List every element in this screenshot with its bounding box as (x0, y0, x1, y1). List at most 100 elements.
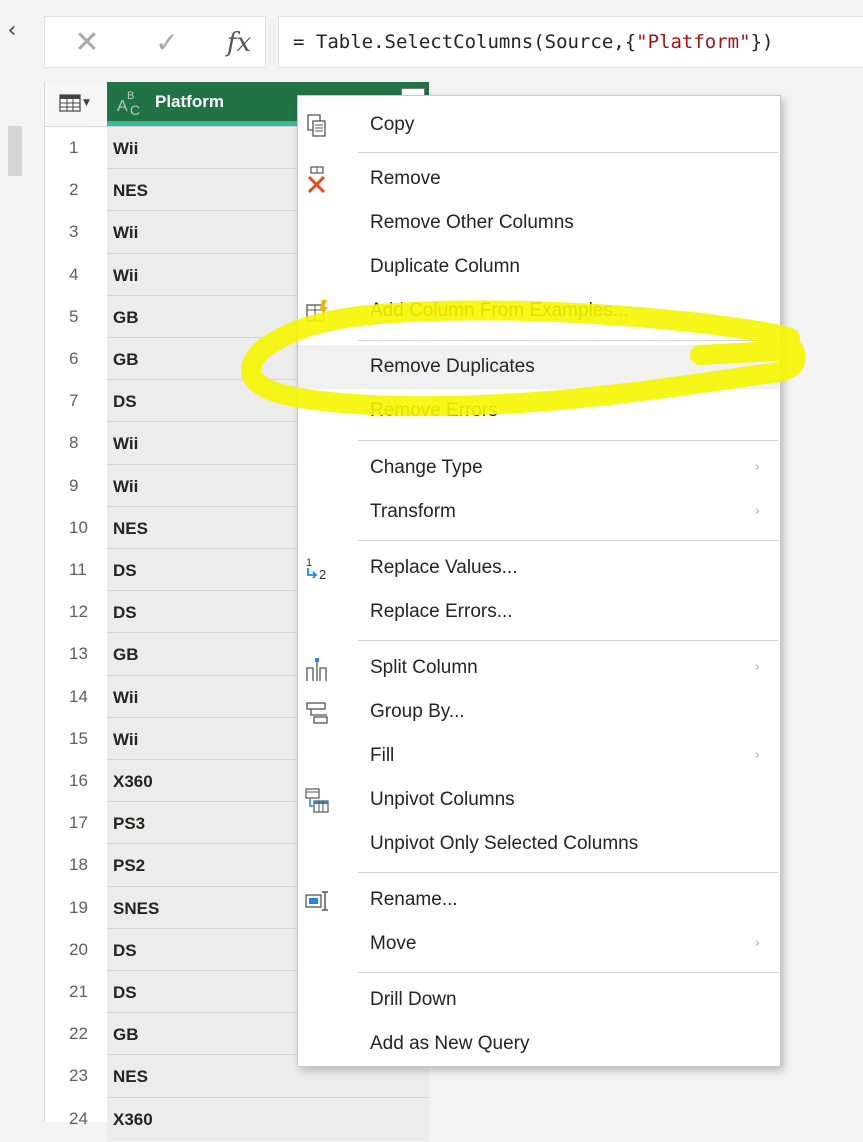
unpivot-icon (302, 786, 332, 816)
formula-bar-controls: ✕ ✓ fx (44, 16, 266, 68)
rename-icon (302, 886, 332, 916)
left-pane-scrollbar[interactable] (8, 126, 22, 176)
formula-string: "Platform" (636, 31, 751, 53)
column-title: Platform (155, 92, 224, 111)
menu-separator (358, 872, 778, 873)
formula-suffix: }) (750, 31, 774, 53)
row-number: 9 (69, 475, 79, 495)
row-number: 14 (69, 686, 88, 706)
menu-item-transform[interactable]: Transform › (298, 490, 780, 534)
row-number: 21 (69, 982, 88, 1001)
menu-separator (358, 152, 778, 153)
split-column-icon (302, 654, 332, 684)
menu-item-label: Add as New Query (370, 1033, 530, 1054)
menu-item-replace-values[interactable]: 1 2 Replace Values... (298, 546, 780, 590)
row-number: 10 (69, 517, 88, 537)
menu-item-add-as-new-query[interactable]: Add as New Query (298, 1022, 780, 1066)
platform-cell[interactable]: X360 (107, 1096, 429, 1141)
menu-item-label: Change Type (370, 457, 483, 478)
fx-icon[interactable]: fx (211, 23, 267, 63)
formula-prefix: = Table.SelectColumns(Source,{ (293, 31, 637, 53)
menu-item-unpivot-columns[interactable]: Unpivot Columns (298, 778, 780, 822)
menu-item-split-column[interactable]: Split Column › (298, 646, 780, 690)
remove-column-icon (302, 165, 332, 195)
table-row[interactable]: 24 X360 (45, 1096, 429, 1141)
text-type-icon[interactable]: ABC (115, 90, 145, 118)
group-by-icon (302, 698, 332, 728)
menu-separator (358, 972, 778, 973)
menu-item-unpivot-only-selected-columns[interactable]: Unpivot Only Selected Columns (298, 822, 780, 866)
row-number: 19 (69, 897, 88, 917)
menu-item-label: Move (370, 933, 417, 954)
menu-item-label: Remove (370, 168, 441, 189)
menu-item-label: Unpivot Only Selected Columns (370, 833, 639, 854)
menu-item-remove-duplicates[interactable]: Remove Duplicates (298, 345, 780, 389)
menu-item-copy[interactable]: Copy (298, 103, 780, 147)
row-number: 23 (69, 1066, 88, 1086)
row-number: 15 (69, 728, 88, 748)
menu-item-fill[interactable]: Fill › (298, 734, 780, 778)
menu-item-replace-errors[interactable]: Replace Errors... (298, 590, 780, 634)
row-number: 2 (69, 180, 79, 200)
menu-item-move[interactable]: Move › (298, 922, 780, 966)
menu-item-remove-other-columns[interactable]: Remove Other Columns (298, 201, 780, 245)
chevron-down-icon[interactable]: ▼ (83, 98, 90, 108)
row-number: 1 (69, 138, 79, 157)
menu-separator (358, 340, 778, 341)
menu-item-label: Transform (370, 501, 456, 522)
chevron-right-icon: › (754, 504, 760, 519)
row-number: 7 (69, 391, 79, 411)
menu-item-label: Remove Other Columns (370, 212, 574, 233)
row-number: 18 (69, 855, 88, 875)
menu-item-duplicate-column[interactable]: Duplicate Column (298, 245, 780, 289)
row-number: 5 (69, 306, 79, 326)
menu-separator (358, 640, 778, 641)
menu-item-label: Remove Duplicates (370, 356, 535, 377)
formula-input[interactable]: = Table.SelectColumns(Source,{"Platform"… (278, 16, 863, 68)
add-column-examples-icon (302, 297, 332, 327)
menu-separator (358, 540, 778, 541)
menu-item-label: Remove Errors (370, 400, 498, 421)
menu-item-label: Replace Errors... (370, 601, 513, 622)
replace-values-icon: 12 (302, 554, 332, 584)
menu-item-label: Duplicate Column (370, 256, 520, 277)
menu-item-label: Rename... (370, 889, 458, 910)
chevron-right-icon: › (754, 936, 760, 951)
column-context-menu: Copy Remove Remove Other Columns Duplicate … (297, 95, 781, 1067)
menu-item-change-type[interactable]: Change Type › (298, 446, 780, 490)
menu-separator (358, 440, 778, 441)
svg-text:2: 2 (319, 567, 326, 582)
svg-text:1: 1 (306, 557, 312, 569)
row-number: 6 (69, 349, 79, 368)
chevron-right-icon: › (754, 748, 760, 763)
menu-item-label: Unpivot Columns (370, 789, 515, 810)
collapse-pane-chevron-icon[interactable]: ‹ (3, 18, 21, 44)
menu-item-label: Fill (370, 745, 395, 766)
row-number: 3 (69, 222, 79, 242)
menu-item-rename[interactable]: Rename... (298, 878, 780, 922)
menu-item-label: Split Column (370, 657, 478, 678)
left-pane-strip: ‹ (0, 0, 36, 1122)
row-number: 16 (69, 771, 88, 790)
table-icon[interactable] (59, 94, 81, 112)
menu-item-label: Copy (370, 114, 415, 135)
menu-item-drill-down[interactable]: Drill Down (298, 978, 780, 1022)
row-number: 22 (69, 1024, 88, 1044)
copy-icon (302, 111, 332, 141)
row-number: 12 (69, 602, 88, 622)
row-number: 11 (69, 560, 87, 579)
menu-item-label: Group By... (370, 701, 465, 722)
menu-item-remove-errors[interactable]: Remove Errors (298, 389, 780, 433)
row-number: 4 (69, 264, 79, 284)
close-icon[interactable]: ✕ (59, 23, 115, 63)
row-number: 8 (69, 433, 79, 453)
chevron-right-icon: › (754, 460, 760, 475)
menu-item-group-by[interactable]: Group By... (298, 690, 780, 734)
check-icon[interactable]: ✓ (139, 23, 195, 63)
menu-item-label: Add Column From Examples... (370, 300, 629, 321)
menu-item-label: Replace Values... (370, 557, 518, 578)
menu-item-add-column-from-examples[interactable]: Add Column From Examples... (298, 289, 780, 333)
menu-item-remove[interactable]: Remove (298, 157, 780, 201)
row-number: 13 (69, 644, 88, 664)
row-number: 17 (69, 813, 88, 833)
